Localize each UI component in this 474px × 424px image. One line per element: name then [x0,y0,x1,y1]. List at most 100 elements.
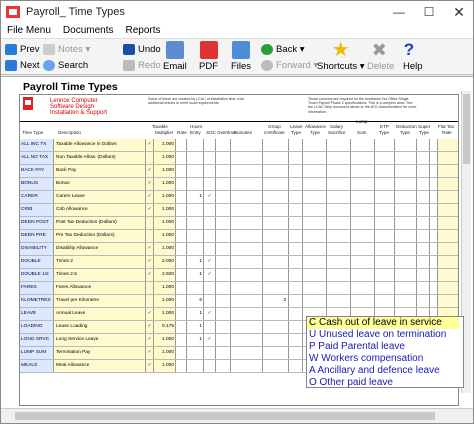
cell-allow[interactable] [303,282,327,294]
cell-flat[interactable] [438,139,458,151]
cell-hrs[interactable] [187,204,204,216]
cell-sgc[interactable] [204,295,216,307]
cell-tax[interactable]: ✓ [146,308,154,320]
maximize-icon[interactable]: ☐ [415,1,443,23]
cell-code[interactable]: BONUS [20,178,54,190]
table-row[interactable]: CRIB Crib Allowance ✓ 1.000 [20,204,458,217]
cell-rate[interactable] [176,204,187,216]
cell-deduct[interactable] [395,204,417,216]
table-row[interactable]: BONUS Bonus ✓ 1.000 [20,178,458,191]
cell-tax[interactable]: ✓ [146,178,154,190]
cell-desc[interactable]: Fares Allowance [54,282,146,294]
cell-flat[interactable] [438,282,458,294]
cell-allow[interactable] [303,256,327,268]
cell-group[interactable] [263,217,289,229]
cell-allow[interactable] [303,269,327,281]
cell-etp[interactable] [375,152,395,164]
cell-group[interactable]: 3 [263,295,289,307]
table-row[interactable]: KLOMETRES Travel per Kilometre 1.000 6 3 [20,295,458,308]
cell-ftype[interactable] [430,295,438,307]
cell-group[interactable] [263,204,289,216]
cell-bonus[interactable] [231,256,263,268]
cell-allow[interactable] [303,191,327,203]
delete-button[interactable]: ✖ Delete [367,41,394,72]
table-row[interactable]: BACK PAY Back Pay ✓ 1.000 [20,165,458,178]
cell-mult[interactable]: 1.000 [154,204,176,216]
cell-salary[interactable] [327,230,351,242]
cell-tax[interactable]: ✓ [146,204,154,216]
cell-leave[interactable] [289,360,303,372]
table-row[interactable]: FARES Fares Allowance 1.000 [20,282,458,295]
cell-sgc[interactable] [204,152,216,164]
cell-hrs[interactable] [187,360,204,372]
cell-leave[interactable] [289,347,303,359]
cell-group[interactable] [263,165,289,177]
cell-rate[interactable] [176,334,187,346]
cell-sgc[interactable] [204,347,216,359]
cell-code[interactable]: FARES [20,282,54,294]
cell-code[interactable]: BACK PAY [20,165,54,177]
cell-desc[interactable]: Back Pay [54,165,146,177]
cell-group[interactable] [263,243,289,255]
cell-ot[interactable] [216,204,231,216]
cell-ot[interactable] [216,347,231,359]
cell-leave[interactable] [289,139,303,151]
cell-desc[interactable]: Taxable Allowance in Dollars [54,139,146,151]
cell-bonus[interactable] [231,295,263,307]
cell-super[interactable] [417,204,430,216]
cell-group[interactable] [263,178,289,190]
cell-sgc[interactable] [204,204,216,216]
cell-code[interactable]: CRIB [20,204,54,216]
cell-hrs[interactable] [187,217,204,229]
cell-salary[interactable] [327,269,351,281]
cell-etp[interactable] [375,230,395,242]
cell-ftype[interactable] [430,243,438,255]
cell-hrs[interactable] [187,347,204,359]
cell-tax[interactable] [146,217,154,229]
cell-flat[interactable] [438,217,458,229]
cell-super[interactable] [417,282,430,294]
cell-flat[interactable] [438,191,458,203]
cell-hrs[interactable] [187,282,204,294]
cell-flat[interactable] [438,295,458,307]
cell-etp[interactable] [375,269,395,281]
cell-bonus[interactable] [231,334,263,346]
cell-rate[interactable] [176,139,187,151]
cell-flat[interactable] [438,152,458,164]
cell-lump[interactable] [351,139,375,151]
cell-code[interactable]: MEALS [20,360,54,372]
cell-hrs[interactable] [187,165,204,177]
cell-allow[interactable] [303,230,327,242]
cell-allow[interactable] [303,139,327,151]
cell-ot[interactable] [216,334,231,346]
cell-code[interactable]: LUMP SUM [20,347,54,359]
cell-rate[interactable] [176,217,187,229]
cell-etp[interactable] [375,217,395,229]
cell-ftype[interactable] [430,139,438,151]
cell-ot[interactable] [216,165,231,177]
cell-ot[interactable] [216,139,231,151]
cell-bonus[interactable] [231,165,263,177]
cell-hrs[interactable]: 1 [187,334,204,346]
cell-flat[interactable] [438,243,458,255]
cell-ot[interactable] [216,360,231,372]
cell-allow[interactable] [303,152,327,164]
cell-ot[interactable] [216,178,231,190]
cell-group[interactable] [263,230,289,242]
table-row[interactable]: DEDN POST Post Tax Deduction (Dollars) 1.0… [20,217,458,230]
cell-sgc[interactable]: ✓ [204,269,216,281]
cell-desc[interactable]: Carers Leave [54,191,146,203]
cell-lump[interactable] [351,191,375,203]
cell-tax[interactable]: ✓ [146,269,154,281]
cell-tax[interactable] [146,152,154,164]
cell-mult[interactable]: 1.000 [154,191,176,203]
cell-hrs[interactable]: 1 [187,308,204,320]
cell-tax[interactable]: ✓ [146,165,154,177]
cell-mult[interactable]: 1.000 [154,217,176,229]
cell-lump[interactable] [351,178,375,190]
cell-group[interactable] [263,269,289,281]
cell-mult[interactable]: 1.000 [154,295,176,307]
cell-bonus[interactable] [231,321,263,333]
cell-lump[interactable] [351,295,375,307]
cell-etp[interactable] [375,282,395,294]
